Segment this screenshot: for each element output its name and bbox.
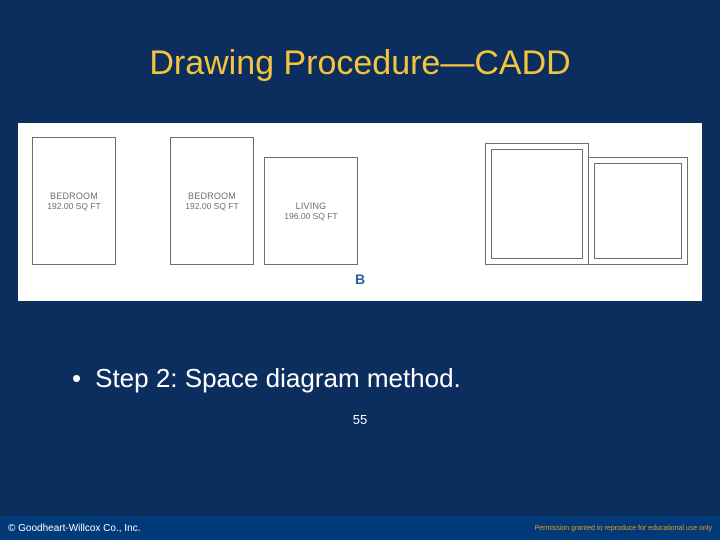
footer-bar: © Goodheart-Willcox Co., Inc. Permission…	[0, 516, 720, 540]
bullet-step: Step 2: Space diagram method.	[72, 363, 720, 394]
room-name: LIVING	[296, 201, 327, 211]
copyright-text: © Goodheart-Willcox Co., Inc.	[8, 523, 140, 534]
room-box: BEDROOM 192.00 SQ FT	[32, 137, 116, 265]
room-area: 196.00 SQ FT	[284, 211, 337, 221]
nested-box-inner	[491, 149, 583, 259]
room-name: BEDROOM	[188, 191, 236, 201]
nested-box	[588, 157, 688, 265]
space-diagram-figure: BEDROOM 192.00 SQ FT BEDROOM 192.00 SQ F…	[18, 123, 702, 301]
figure-label: B	[18, 265, 702, 287]
rooms-row: BEDROOM 192.00 SQ FT BEDROOM 192.00 SQ F…	[18, 123, 702, 265]
permission-text: Permission granted to reproduce for educ…	[535, 525, 712, 532]
nested-boxes-group	[485, 143, 688, 265]
room-box: BEDROOM 192.00 SQ FT	[170, 137, 254, 265]
nested-box	[485, 143, 589, 265]
room-name: BEDROOM	[50, 191, 98, 201]
room-area: 192.00 SQ FT	[47, 201, 100, 211]
slide-title: Drawing Procedure—CADD	[0, 0, 720, 83]
nested-box-inner	[594, 163, 682, 259]
room-area: 192.00 SQ FT	[185, 201, 238, 211]
slide-number: 55	[0, 412, 720, 427]
room-box: LIVING 196.00 SQ FT	[264, 157, 358, 265]
